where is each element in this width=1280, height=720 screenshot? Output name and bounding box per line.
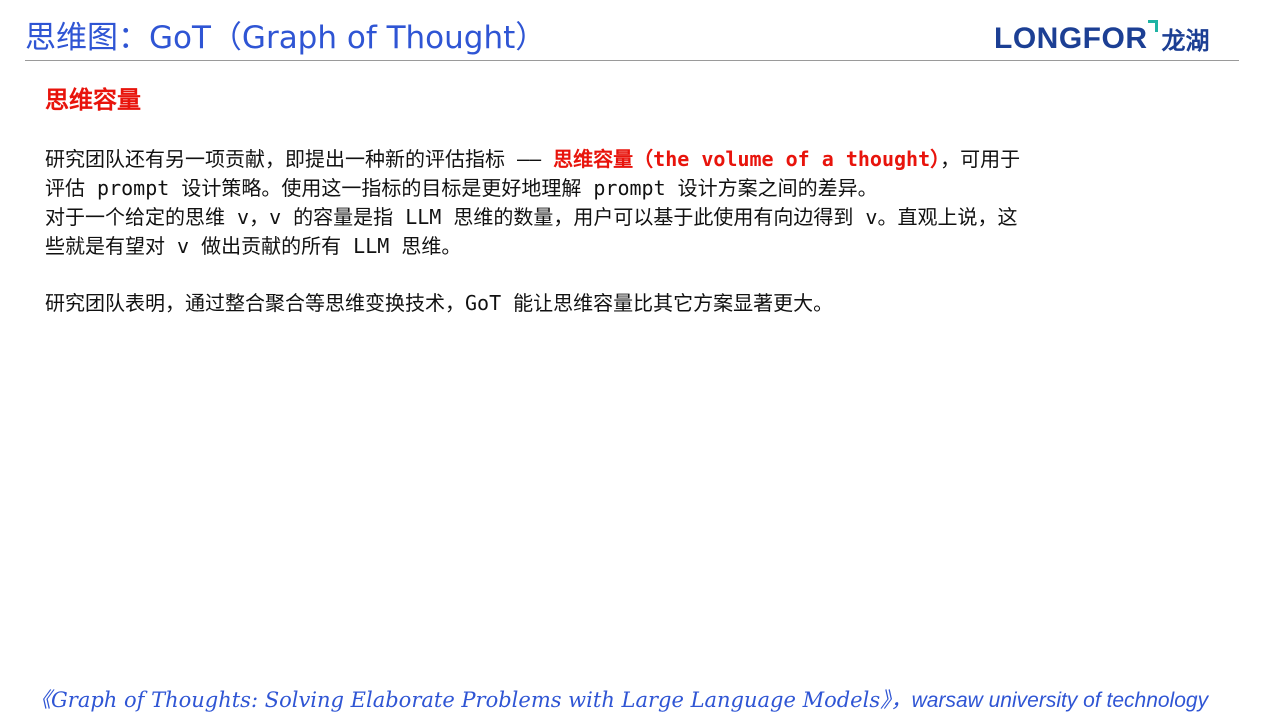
body-text: 研究团队还有另一项贡献，即提出一种新的评估指标 —— 思维容量（the volu…	[45, 145, 1245, 318]
source-institution: warsaw university of technology	[911, 689, 1209, 712]
slide-title: 思维图：GoT（Graph of Thought）	[25, 20, 547, 56]
logo-corner-mark-icon	[1147, 20, 1158, 32]
paragraph-2-line-2: 些就是有望对 v 做出贡献的所有 LLM 思维。	[45, 234, 462, 258]
logo-text-cn: 龙湖	[1161, 27, 1210, 55]
logo-text-en: LONGFOR	[994, 22, 1148, 55]
paragraph-1-line-1: 研究团队还有另一项贡献，即提出一种新的评估指标 —— 思维容量（the volu…	[45, 145, 1245, 174]
section-heading: 思维容量	[45, 85, 141, 114]
paragraph-1-prefix: 研究团队还有另一项贡献，即提出一种新的评估指标 ——	[45, 147, 554, 171]
paragraph-2-line-1: 对于一个给定的思维 v，v 的容量是指 LLM 思维的数量，用户可以基于此使用有…	[45, 205, 1018, 229]
header-divider	[25, 60, 1239, 61]
longfor-logo: LONGFOR 龙湖	[994, 12, 1210, 54]
paragraph-3: 研究团队表明，通过整合聚合等思维变换技术，GoT 能让思维容量比其它方案显著更大…	[45, 291, 834, 315]
footer-citation: 《Graph of Thoughts: Solving Elaborate Pr…	[30, 684, 1208, 714]
paragraph-1-suffix: ，可用于	[940, 147, 1021, 171]
highlight-term: 思维容量（the volume of a thought）	[553, 147, 941, 171]
paper-reference: 《Graph of Thoughts: Solving Elaborate Pr…	[30, 688, 912, 712]
paragraph-1-line-2: 评估 prompt 设计策略。使用这一指标的目标是更好地理解 prompt 设计…	[45, 176, 878, 200]
